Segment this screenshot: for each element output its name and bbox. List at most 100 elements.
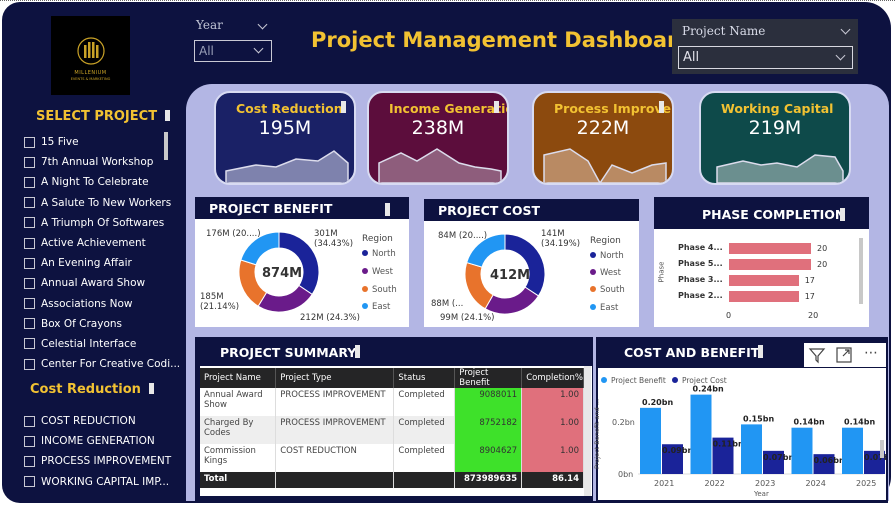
table-row[interactable]: Charged By Codes PROCESS IMPROVEMENT Com… bbox=[200, 416, 584, 444]
phase-bar[interactable] bbox=[729, 243, 811, 254]
x-tick-label: 2021 bbox=[654, 479, 674, 488]
project-dropdown-value: All bbox=[683, 50, 700, 65]
checkbox[interactable] bbox=[24, 257, 35, 269]
checkbox[interactable] bbox=[24, 197, 35, 209]
project-dropdown[interactable]: All bbox=[678, 46, 853, 69]
bar-benefit[interactable] bbox=[640, 407, 661, 474]
phase-bar[interactable] bbox=[729, 291, 799, 302]
bar-benefit[interactable] bbox=[842, 427, 863, 474]
x-tick-label: 2023 bbox=[755, 479, 775, 488]
project-checkbox-item[interactable]: A Salute To New Workers bbox=[24, 193, 180, 213]
project-checkbox-item[interactable]: Active Achievement bbox=[24, 233, 180, 253]
kpi-value: 222M bbox=[576, 117, 630, 139]
checkbox[interactable] bbox=[24, 176, 35, 188]
project-checkbox-item[interactable]: 7th Annual Workshop bbox=[24, 152, 180, 172]
type-checkbox-item[interactable]: INCOME GENERATION bbox=[24, 431, 171, 451]
project-checkbox-item[interactable]: 15 Five bbox=[24, 132, 180, 152]
kpi-card-cost-reduction[interactable]: Cost Reduction 195M bbox=[214, 91, 356, 185]
checkbox[interactable] bbox=[24, 455, 35, 467]
cell-status: Completed bbox=[393, 444, 456, 472]
bar-benefit[interactable] bbox=[690, 394, 712, 474]
year-slicer-label: Year bbox=[196, 18, 223, 32]
phase-value: 20 bbox=[817, 244, 828, 253]
checkbox[interactable] bbox=[24, 415, 35, 427]
column-header[interactable]: Status bbox=[393, 368, 456, 388]
total-benefit: 873989635 bbox=[454, 472, 523, 488]
bar-data-label: 0.14bn bbox=[794, 418, 825, 427]
donut-slice[interactable] bbox=[257, 284, 313, 313]
bar-benefit[interactable] bbox=[791, 427, 813, 474]
project-checkbox-item[interactable]: Center For Creative Codi... bbox=[24, 354, 180, 374]
checkbox[interactable] bbox=[24, 358, 35, 370]
logo-subtitle: EVENTS & MARKETING bbox=[70, 77, 111, 81]
phase-bar[interactable] bbox=[729, 275, 799, 286]
phase-label: Phase 4... bbox=[678, 243, 723, 252]
checkbox[interactable] bbox=[24, 156, 35, 168]
checkbox[interactable] bbox=[24, 237, 35, 249]
project-checkbox-item[interactable]: An Evening Affair bbox=[24, 253, 180, 273]
column-header[interactable]: Completion% bbox=[521, 368, 584, 388]
kpi-sparkline bbox=[716, 154, 844, 183]
legend-item-north: North bbox=[362, 249, 396, 259]
donut-slice[interactable] bbox=[484, 286, 540, 315]
year-dropdown[interactable]: All bbox=[194, 40, 272, 62]
phase-label: Phase 3... bbox=[678, 275, 723, 284]
checkbox[interactable] bbox=[24, 435, 35, 447]
chevron-down-icon bbox=[253, 43, 264, 54]
checkbox[interactable] bbox=[24, 277, 35, 289]
project-checkbox-item[interactable]: A Night To Celebrate bbox=[24, 172, 180, 192]
kpi-sparkline bbox=[225, 150, 349, 183]
checkbox[interactable] bbox=[24, 298, 35, 310]
project-summary-title: PROJECT SUMMARY bbox=[195, 341, 593, 363]
type-checkbox-item[interactable]: WORKING CAPITAL IMP... bbox=[24, 472, 171, 492]
project-list-scrollbar[interactable] bbox=[164, 132, 168, 160]
kpi-card-working-capital[interactable]: Working Capital 219M bbox=[699, 91, 851, 185]
donut-slice[interactable] bbox=[464, 261, 494, 310]
column-header[interactable]: Project Type bbox=[275, 368, 395, 388]
total-completion: 86.14 bbox=[521, 472, 584, 488]
phase-bar[interactable] bbox=[729, 259, 811, 270]
checkbox[interactable] bbox=[24, 476, 35, 488]
more-options-icon[interactable]: ⋯ bbox=[861, 345, 881, 365]
donut-total: 874M bbox=[262, 266, 303, 281]
checkbox[interactable] bbox=[24, 136, 35, 148]
kpi-sparkline bbox=[378, 148, 502, 183]
kpi-card-income-generation[interactable]: Income Generation 238M bbox=[367, 91, 509, 185]
bar-data-label: 0.11bn bbox=[713, 440, 744, 449]
x-tick-label: 2024 bbox=[806, 479, 826, 488]
table-row[interactable]: Commission Kings COST REDUCTION Complete… bbox=[200, 444, 584, 472]
type-checkbox-item[interactable]: PROCESS IMPROVEMENT bbox=[24, 451, 171, 471]
checkbox[interactable] bbox=[24, 217, 35, 229]
focus-mode-icon[interactable] bbox=[834, 345, 854, 365]
phase-scrollbar[interactable] bbox=[859, 238, 863, 304]
bar-data-label: 0.20bn bbox=[642, 398, 673, 407]
checkbox[interactable] bbox=[24, 338, 35, 350]
legend-item-east: East bbox=[362, 302, 390, 312]
cell-benefit: 9088011 bbox=[454, 388, 523, 416]
cell-status: Completed bbox=[393, 416, 456, 444]
bar-benefit[interactable] bbox=[741, 424, 762, 474]
project-checkbox-item[interactable]: Associations Now bbox=[24, 294, 180, 314]
legend-item-north: North bbox=[590, 251, 624, 261]
donut-label-south: 88M (... bbox=[431, 299, 464, 309]
project-checkbox-item[interactable]: Box Of Crayons bbox=[24, 314, 180, 334]
table-scrollbar[interactable] bbox=[584, 366, 591, 496]
project-checkbox-item[interactable]: A Triumph Of Softwares bbox=[24, 213, 180, 233]
table-row[interactable]: Annual Award Show PROCESS IMPROVEMENT Co… bbox=[200, 388, 584, 416]
project-checkbox-item[interactable]: Annual Award Show bbox=[24, 273, 180, 293]
column-header[interactable]: Project Name bbox=[200, 368, 277, 388]
filter-icon[interactable] bbox=[807, 345, 827, 365]
type-checkbox-item[interactable]: COST REDUCTION bbox=[24, 411, 171, 431]
phase-value: 20 bbox=[817, 260, 828, 269]
checkbox[interactable] bbox=[24, 318, 35, 330]
chart-scrollbar[interactable] bbox=[880, 440, 884, 458]
focus-marker-icon bbox=[758, 345, 763, 358]
column-header[interactable]: Project Benefit bbox=[454, 368, 523, 388]
project-checkbox-item[interactable]: Celestial Interface bbox=[24, 334, 180, 354]
kpi-card-process-improvement[interactable]: Process Improvement 222M bbox=[532, 91, 674, 185]
project-slicer-label: Project Name bbox=[682, 24, 766, 38]
logo-mark-icon bbox=[77, 37, 105, 65]
cell-benefit: 8752182 bbox=[454, 416, 523, 444]
focus-marker-icon bbox=[494, 101, 499, 113]
cost-benefit-bars: 0.20bn 0.09bn 2021 0.24bn 0.11bn 2022 0.15bn 0.… bbox=[638, 385, 886, 488]
